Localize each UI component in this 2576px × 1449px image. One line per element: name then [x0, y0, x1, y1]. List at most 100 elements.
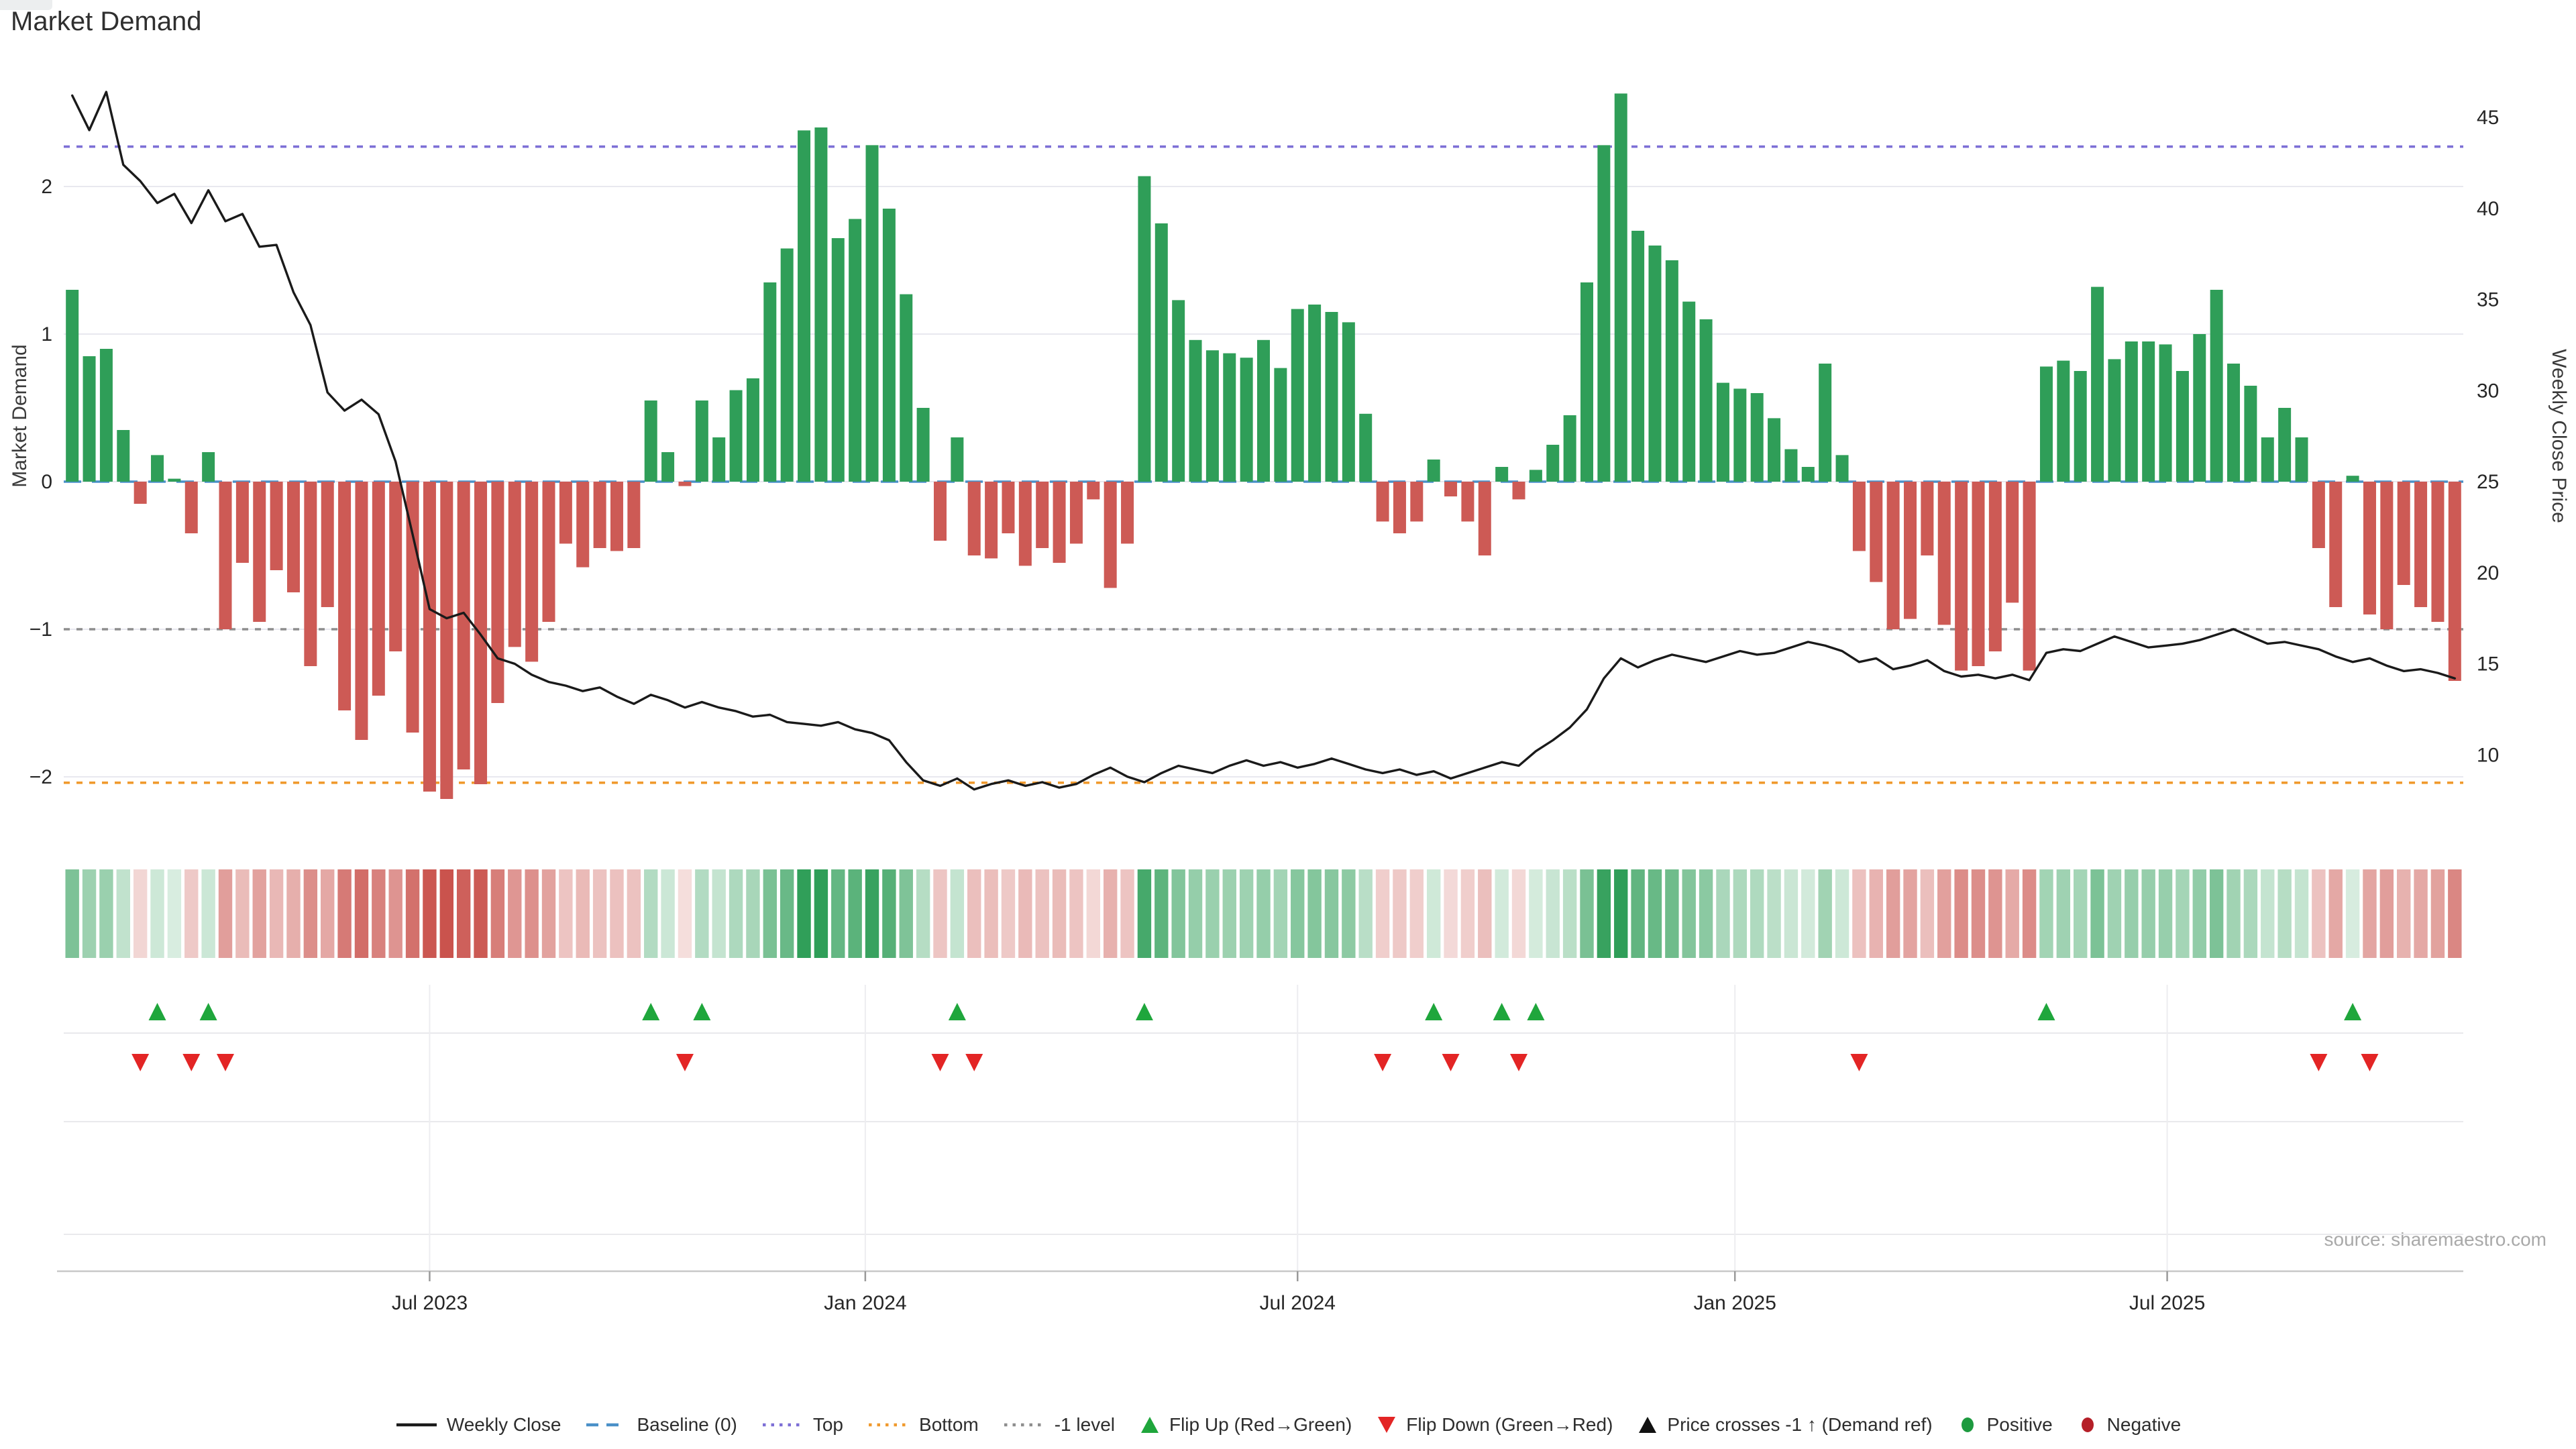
demand-heatmap-stripe: [1886, 869, 1900, 958]
demand-bar: [2398, 482, 2410, 585]
demand-bar: [661, 452, 674, 482]
demand-bar: [423, 482, 436, 792]
demand-heatmap-stripe: [457, 869, 470, 958]
demand-bar: [491, 482, 504, 703]
demand-bar: [543, 482, 555, 622]
demand-heatmap-stripe: [286, 869, 300, 958]
left-axis-tick: 1: [41, 323, 52, 345]
demand-heatmap-stripe: [2431, 869, 2445, 958]
legend-item: Top: [761, 1414, 843, 1436]
demand-heatmap-stripe: [1750, 869, 1764, 958]
demand-bar: [1989, 482, 2002, 651]
right-axis-tick: 45: [2477, 107, 2499, 129]
right-axis-tick: 30: [2477, 380, 2499, 402]
flip-up-marker: [2344, 1003, 2361, 1020]
demand-bar: [440, 482, 453, 799]
demand-heatmap-stripe: [2159, 869, 2172, 958]
demand-bar: [2227, 364, 2240, 482]
demand-bar: [2074, 371, 2087, 482]
demand-bar: [270, 482, 283, 570]
market-demand-page: Market Demand Market Demand Weekly Close…: [0, 0, 2576, 1449]
demand-bar: [168, 479, 180, 482]
demand-heatmap-stripe: [661, 869, 674, 958]
demand-heatmap-stripe: [1921, 869, 1934, 958]
legend-label: Bottom: [919, 1414, 979, 1436]
demand-heatmap-stripe: [1461, 869, 1474, 958]
flip-up-marker: [200, 1003, 217, 1020]
demand-bar: [968, 482, 981, 555]
demand-heatmap-stripe: [576, 869, 590, 958]
demand-heatmap-stripe: [1563, 869, 1576, 958]
demand-bar: [1206, 350, 1219, 482]
demand-bar: [849, 219, 861, 482]
demand-heatmap-stripe: [440, 869, 453, 958]
demand-bar: [1700, 319, 1713, 482]
demand-heatmap-stripe: [2006, 869, 2019, 958]
legend-swatch-triangle-down: [1376, 1415, 1397, 1435]
flip-down-marker: [1510, 1054, 1527, 1071]
demand-heatmap-stripe: [1699, 869, 1713, 958]
x-axis-tick-label: Jan 2024: [824, 1292, 906, 1314]
legend-swatch-circle: [2077, 1415, 2098, 1435]
x-axis-tick-label: Jan 2025: [1693, 1292, 1776, 1314]
demand-bar: [2023, 482, 2036, 671]
demand-bar: [458, 482, 470, 769]
demand-heatmap-stripe: [2277, 869, 2291, 958]
demand-bar: [389, 482, 402, 651]
demand-bar: [1784, 449, 1797, 482]
demand-bar: [883, 209, 896, 482]
demand-heatmap-stripe: [951, 869, 964, 958]
right-axis-tick: 25: [2477, 471, 2499, 493]
demand-heatmap-stripe: [1427, 869, 1440, 958]
demand-bar: [355, 482, 368, 740]
demand-bar: [1444, 482, 1457, 496]
flip-down-marker: [1374, 1054, 1391, 1071]
demand-heatmap-stripe: [1393, 869, 1406, 958]
demand-bar: [1615, 93, 1627, 482]
demand-heatmap-stripe: [831, 869, 845, 958]
demand-bar: [1921, 482, 1933, 555]
demand-bar: [1257, 340, 1270, 482]
demand-bar: [951, 437, 963, 482]
demand-bar: [2159, 344, 2172, 482]
demand-heatmap-stripe: [2176, 869, 2189, 958]
legend-marker-triangle-up-icon: [1141, 1417, 1159, 1433]
legend-swatch-triangle-up: [1637, 1415, 1658, 1435]
demand-heatmap-stripe: [235, 869, 249, 958]
demand-heatmap-stripe: [2363, 869, 2376, 958]
demand-bar: [2091, 287, 2104, 482]
demand-bar: [1087, 482, 1099, 499]
legend-item: -1 level: [1003, 1414, 1115, 1436]
demand-bar: [1121, 482, 1134, 543]
demand-heatmap-stripe: [1648, 869, 1662, 958]
legend-item: Price crosses -1 ↑ (Demand ref): [1637, 1414, 1932, 1436]
demand-heatmap-stripe: [2414, 869, 2427, 958]
demand-bar: [2363, 482, 2376, 614]
flip-up-marker: [949, 1003, 966, 1020]
legend-swatch-line-solid: [395, 1415, 438, 1435]
legend-item: Flip Down (Green→Red): [1376, 1414, 1613, 1436]
demand-bar: [1342, 322, 1355, 482]
demand-bar: [798, 130, 810, 482]
demand-bar: [610, 482, 623, 551]
demand-heatmap-stripe: [2346, 869, 2359, 958]
demand-bar: [202, 452, 215, 482]
demand-heatmap-stripe: [388, 869, 402, 958]
demand-bar: [1682, 302, 1695, 482]
demand-bar: [2261, 437, 2274, 482]
demand-heatmap-stripe: [1580, 869, 1593, 958]
demand-heatmap-stripe: [1546, 869, 1560, 958]
demand-bar: [1223, 354, 1236, 482]
flip-down-marker: [676, 1054, 694, 1071]
demand-heatmap-stripe: [2312, 869, 2325, 958]
demand-bar: [2380, 482, 2393, 629]
demand-bar: [1648, 246, 1661, 482]
demand-bar: [2142, 341, 2155, 482]
demand-heatmap-stripe: [1018, 869, 1032, 958]
demand-bar: [83, 356, 96, 482]
demand-bar: [2278, 408, 2291, 482]
demand-heatmap-stripe: [474, 869, 487, 958]
demand-bar: [1189, 340, 1202, 482]
demand-bar: [1461, 482, 1474, 521]
demand-heatmap-stripe: [916, 869, 930, 958]
